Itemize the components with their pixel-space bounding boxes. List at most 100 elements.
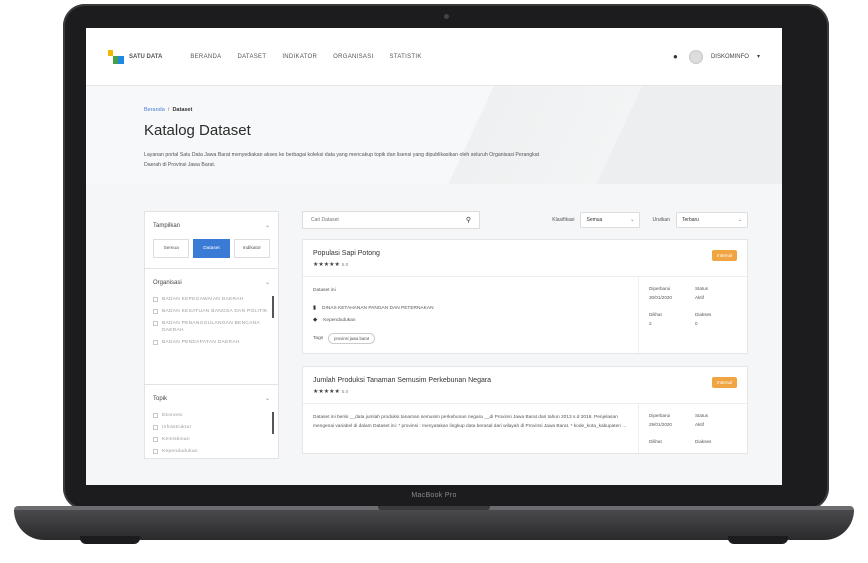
status-label: Status	[695, 286, 709, 291]
rating: ★★★★★ 5.0	[313, 388, 737, 395]
status-badge: Internal	[711, 377, 737, 388]
rating-value: 5.0	[341, 263, 349, 268]
dataset-title[interactable]: Jumlah Produksi Tanaman Semusim Perkebun…	[313, 377, 737, 384]
updated-label: Diperbarui	[649, 286, 671, 291]
toggle-dataset[interactable]: Dataset	[193, 239, 230, 258]
views-value: 2	[649, 321, 652, 326]
logo-text: SATU DATA	[129, 53, 163, 60]
menu-statistik[interactable]: STATISTIK	[390, 54, 422, 60]
dataset-card-body: Dataset ini ▮ DINAS KETAHANAN PANGAN DAN …	[303, 277, 747, 353]
checkbox[interactable]	[153, 309, 158, 314]
list-item[interactable]: BADAN KEPEGAWAIAN DAERAH	[153, 296, 270, 303]
display-filter-header[interactable]: Tampilkan ⌄	[145, 212, 278, 239]
toggle-semua[interactable]: Semua	[153, 239, 190, 258]
list-item[interactable]: Infrastruktur	[153, 424, 270, 431]
breadcrumb-current: Dataset	[172, 107, 193, 113]
dataset-organization: ▮ DINAS KETAHANAN PANGAN DAN PETERNAKAN	[313, 305, 628, 311]
topik-filter: Topik ⌄ Ekonomi Infrastruktur Kemiskinan…	[144, 385, 279, 459]
satu-data-logo-icon	[108, 49, 124, 64]
dataset-card-header: Jumlah Produksi Tanaman Semusim Perkebun…	[303, 367, 747, 404]
page-description: Layanan portal Satu Data Jawa Barat meny…	[144, 152, 540, 168]
list-item[interactable]: BADAN KESATUAN BANGSA DAN POLITIK	[153, 308, 270, 315]
user-name[interactable]: DISKOMINFO	[711, 54, 749, 60]
search-input[interactable]	[311, 217, 461, 223]
scrollbar[interactable]	[272, 412, 274, 434]
urutkan-select[interactable]: Terbaru ⌄	[676, 212, 748, 228]
checkbox[interactable]	[153, 297, 158, 302]
search-box[interactable]: ⚲	[302, 211, 480, 229]
dataset-card[interactable]: Populasi Sapi Potong ★★★★★ 5.0 Internal …	[302, 239, 748, 354]
list-item[interactable]: BADAN PENDAPATAN DAERAH	[153, 339, 270, 346]
dataset-info: Dataset ini ▮ DINAS KETAHANAN PANGAN DAN …	[303, 277, 639, 353]
dataset-title[interactable]: Populasi Sapi Potong	[313, 250, 737, 257]
list-item-label: BADAN PENANGGULANGAN BENCANA DAERAH	[162, 321, 260, 333]
tag-chip[interactable]: provinsi jawa barat	[328, 333, 376, 344]
tags-label: Tags	[313, 336, 324, 341]
organisasi-list: BADAN KEPEGAWAIAN DAERAH BADAN KESATUAN …	[145, 296, 278, 384]
updated-value: 29/01/2020	[649, 422, 672, 427]
status-label: Status	[695, 413, 709, 418]
downloads-value: 0	[695, 321, 698, 326]
checkbox[interactable]	[153, 437, 158, 442]
checkbox[interactable]	[153, 413, 158, 418]
klasifikasi-value: Semua	[586, 217, 603, 223]
organization-name[interactable]: DINAS KETAHANAN PANGAN DAN PETERNAKAN	[322, 306, 434, 311]
breadcrumb-home[interactable]: Beranda	[144, 107, 165, 113]
display-filter: Tampilkan ⌄ Semua Dataset Indikator	[144, 211, 279, 269]
checkbox[interactable]	[153, 340, 158, 345]
laptop-foot	[728, 536, 788, 544]
topic-name[interactable]: Kependudukan	[323, 318, 355, 323]
checkbox[interactable]	[153, 449, 158, 454]
dataset-stats: Diperbarui Status 29/01/2020 Aktif Dilih…	[639, 404, 747, 453]
dataset-results: ⚲ Klasifikasi Semua ⌄ Urutkan Terbaru ⌄ …	[302, 211, 748, 466]
menu-dataset[interactable]: DATASET	[237, 54, 266, 60]
rating: ★★★★★ 5.0	[313, 261, 737, 268]
updated-value: 30/01/2020	[649, 295, 672, 300]
organisasi-filter-header[interactable]: Organisasi ⌄	[145, 269, 278, 296]
filter-sidebar: Tampilkan ⌄ Semua Dataset Indikator Orga…	[144, 211, 279, 485]
list-item-label: Kependudukan	[162, 449, 198, 454]
updated-label: Diperbarui	[649, 413, 671, 418]
list-item[interactable]: BADAN PENANGGULANGAN BENCANA DAERAH	[153, 320, 270, 334]
display-filter-label: Tampilkan	[153, 222, 181, 229]
logo[interactable]: SATU DATA	[108, 49, 163, 64]
views-label: Dilihat	[649, 439, 662, 444]
dataset-description: Dataset ini	[313, 288, 336, 293]
screen: SATU DATA BERANDA DATASET INDIKATOR ORGA…	[86, 28, 782, 485]
list-item[interactable]: Kependudukan	[153, 448, 270, 455]
urutkan-value: Terbaru	[682, 217, 699, 223]
menu-organisasi[interactable]: ORGANISASI	[333, 54, 373, 60]
list-item[interactable]: Kemiskinan	[153, 436, 270, 443]
page-header: Beranda / Dataset Katalog Dataset Layana…	[86, 86, 782, 184]
chevron-up-icon[interactable]: ⌄	[265, 395, 270, 402]
topik-filter-header[interactable]: Topik ⌄	[145, 385, 278, 412]
dataset-tags: Tags provinsi jawa barat	[313, 333, 628, 344]
laptop-foot	[80, 536, 140, 544]
chevron-up-icon[interactable]: ⌄	[265, 222, 270, 229]
avatar[interactable]	[688, 49, 703, 64]
bell-icon[interactable]: ●	[673, 52, 681, 61]
checkbox[interactable]	[153, 425, 158, 430]
chevron-up-icon[interactable]: ⌄	[265, 279, 270, 286]
camera-icon	[444, 14, 449, 19]
scrollbar[interactable]	[272, 296, 274, 318]
dataset-description: Dataset ini berisi __data jumlah produks…	[313, 415, 627, 429]
star-icons: ★★★★★	[313, 262, 340, 268]
klasifikasi-select[interactable]: Semua ⌄	[580, 212, 641, 228]
menu-beranda[interactable]: BERANDA	[190, 54, 221, 60]
building-icon: ▮	[313, 305, 317, 311]
display-toggle: Semua Dataset Indikator	[145, 239, 278, 268]
menu-indikator[interactable]: INDIKATOR	[282, 54, 317, 60]
toggle-indikator[interactable]: Indikator	[233, 239, 270, 258]
downloads-label: Diakses	[695, 439, 712, 444]
organisasi-filter: Organisasi ⌄ BADAN KEPEGAWAIAN DAERAH BA…	[144, 269, 279, 385]
list-item-label: Ekonomi	[162, 413, 183, 418]
dataset-card[interactable]: Jumlah Produksi Tanaman Semusim Perkebun…	[302, 366, 748, 454]
chevron-down-icon[interactable]: ▾	[757, 53, 760, 60]
search-icon[interactable]: ⚲	[466, 216, 471, 224]
checkbox[interactable]	[153, 321, 158, 326]
list-item[interactable]: Ekonomi	[153, 412, 270, 419]
main-menu: BERANDA DATASET INDIKATOR ORGANISASI STA…	[190, 54, 421, 60]
chevron-down-icon: ⌄	[630, 217, 635, 223]
device-mockup: SATU DATA BERANDA DATASET INDIKATOR ORGA…	[0, 0, 868, 563]
